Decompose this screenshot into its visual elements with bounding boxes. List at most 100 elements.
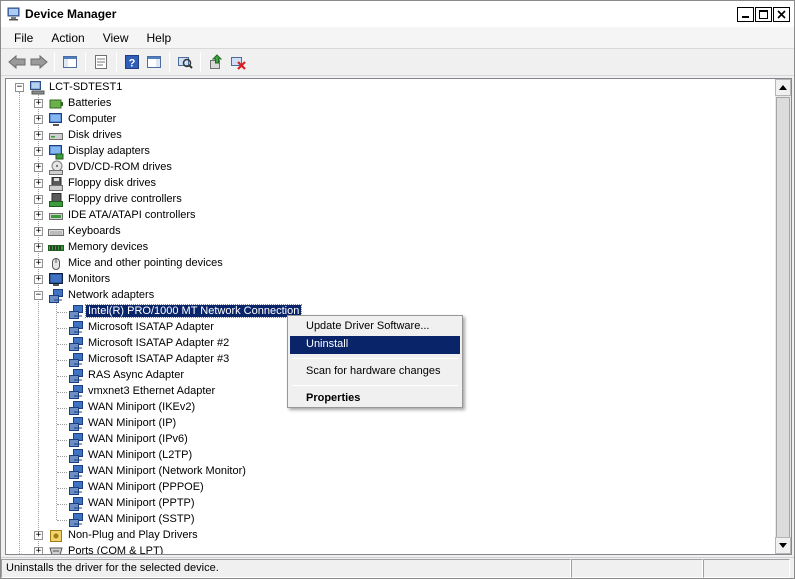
expand-toggle[interactable]: + bbox=[34, 163, 43, 172]
toolbar-separator bbox=[169, 52, 170, 72]
properties-menu-item[interactable]: Properties bbox=[290, 390, 460, 408]
scan-hardware-button[interactable] bbox=[174, 51, 196, 73]
tree-item-label: Monitors bbox=[68, 273, 111, 285]
help-toolbar-button[interactable]: ? bbox=[121, 51, 143, 73]
expand-toggle[interactable]: + bbox=[34, 275, 43, 284]
maximize-button[interactable] bbox=[755, 7, 772, 22]
tree-connector bbox=[57, 440, 67, 441]
arrow-up-icon bbox=[779, 85, 787, 90]
scroll-up-button[interactable] bbox=[775, 79, 791, 96]
expand-toggle[interactable]: + bbox=[34, 131, 43, 140]
expand-toggle[interactable]: + bbox=[34, 147, 43, 156]
expand-toggle[interactable]: + bbox=[34, 179, 43, 188]
tree-item-label: Non-Plug and Play Drivers bbox=[68, 529, 198, 541]
tree-item-label: Microsoft ISATAP Adapter bbox=[88, 321, 214, 333]
disk-drive-icon bbox=[49, 133, 63, 140]
close-icon bbox=[777, 10, 786, 19]
status-bar: Uninstalls the driver for the selected d… bbox=[1, 557, 794, 578]
computer-icon bbox=[30, 81, 45, 95]
uninstall-menu-item[interactable]: Uninstall bbox=[290, 336, 460, 354]
update-driver-software-menu-item[interactable]: Update Driver Software... bbox=[290, 318, 460, 336]
network-card-icon bbox=[69, 497, 83, 511]
toolbar-separator bbox=[85, 52, 86, 72]
network-card-icon bbox=[69, 321, 83, 335]
tree-connector bbox=[57, 488, 67, 489]
properties-toolbar-button[interactable] bbox=[90, 51, 112, 73]
status-pane-3 bbox=[703, 559, 790, 578]
network-card-icon bbox=[69, 401, 83, 415]
scan-for-hardware-changes-menu-item[interactable]: Scan for hardware changes bbox=[290, 363, 460, 381]
network-card-icon bbox=[69, 385, 83, 399]
toolbar-separator bbox=[54, 52, 55, 72]
tree-item-label: Mice and other pointing devices bbox=[68, 257, 223, 269]
tree-item-label: WAN Miniport (IPv6) bbox=[88, 433, 188, 445]
collapse-toggle[interactable]: − bbox=[34, 291, 43, 300]
network-card-icon bbox=[69, 417, 83, 431]
expand-toggle[interactable]: + bbox=[34, 243, 43, 252]
toolbar-separator bbox=[200, 52, 201, 72]
vertical-scrollbar[interactable] bbox=[775, 79, 791, 554]
scroll-thumb[interactable] bbox=[776, 97, 790, 551]
uninstall-toolbar-button[interactable] bbox=[227, 51, 249, 73]
expand-toggle[interactable]: + bbox=[34, 547, 43, 554]
tree-item-label: Floppy disk drives bbox=[68, 177, 157, 189]
close-button[interactable] bbox=[773, 7, 790, 22]
menu-view[interactable]: View bbox=[94, 29, 138, 47]
tree-root-label: LCT-SDTEST1 bbox=[49, 81, 123, 93]
dvd-drive-icon bbox=[49, 160, 63, 175]
tree-connector bbox=[57, 360, 67, 361]
expand-toggle[interactable]: + bbox=[34, 259, 43, 268]
menu-separator bbox=[292, 385, 458, 386]
tree-item-label: DVD/CD-ROM drives bbox=[68, 161, 172, 173]
tree-item-label: Disk drives bbox=[68, 129, 122, 141]
expand-toggle[interactable]: + bbox=[34, 99, 43, 108]
network-card-icon bbox=[69, 481, 83, 495]
computer-icon bbox=[49, 113, 62, 126]
help-icon: ? bbox=[125, 55, 139, 70]
expand-toggle[interactable]: + bbox=[34, 531, 43, 540]
tree-item-label: Microsoft ISATAP Adapter #3 bbox=[88, 353, 230, 365]
tree-item-label: WAN Miniport (L2TP) bbox=[88, 449, 193, 461]
forward-button[interactable] bbox=[28, 51, 50, 73]
expand-toggle[interactable]: + bbox=[34, 211, 43, 220]
network-card-icon bbox=[69, 353, 83, 367]
menu-action[interactable]: Action bbox=[42, 29, 93, 47]
scroll-down-button[interactable] bbox=[775, 537, 791, 554]
menu-help[interactable]: Help bbox=[138, 29, 181, 47]
expand-toggle[interactable]: + bbox=[34, 115, 43, 124]
tree-item-label: Floppy drive controllers bbox=[68, 193, 182, 205]
tree-connector bbox=[57, 328, 67, 329]
monitor-icon bbox=[49, 273, 63, 286]
menu-separator bbox=[292, 358, 458, 359]
back-button[interactable] bbox=[6, 51, 28, 73]
tree-connector bbox=[19, 92, 20, 554]
update-driver-button[interactable] bbox=[205, 51, 227, 73]
action-pane-button[interactable] bbox=[143, 51, 165, 73]
tree-connector bbox=[57, 456, 67, 457]
tree-item-label: IDE ATA/ATAPI controllers bbox=[68, 209, 196, 221]
title-bar[interactable]: Device Manager bbox=[1, 1, 794, 27]
tree-item-label: WAN Miniport (IP) bbox=[88, 417, 177, 429]
tree-item-label: WAN Miniport (Network Monitor) bbox=[88, 465, 246, 477]
tree-item-label: WAN Miniport (PPPOE) bbox=[88, 481, 204, 493]
tree-item-label: vmxnet3 Ethernet Adapter bbox=[88, 385, 216, 397]
tree-connector bbox=[57, 344, 67, 345]
expand-toggle[interactable]: + bbox=[34, 195, 43, 204]
network-card-icon bbox=[69, 369, 83, 383]
floppy-drive-icon bbox=[49, 177, 63, 191]
window-title: Device Manager bbox=[25, 7, 117, 21]
tree-item-label: RAS Async Adapter bbox=[88, 369, 184, 381]
show-hide-console-tree-button[interactable] bbox=[59, 51, 81, 73]
collapse-toggle[interactable]: − bbox=[15, 83, 24, 92]
menu-bar: File Action View Help bbox=[1, 27, 794, 48]
tree-item-label: Microsoft ISATAP Adapter #2 bbox=[88, 337, 230, 349]
ide-controller-icon bbox=[49, 213, 63, 220]
network-card-icon bbox=[69, 449, 83, 463]
console-tree-icon bbox=[63, 56, 77, 68]
minimize-button[interactable] bbox=[737, 7, 754, 22]
arrow-down-icon bbox=[779, 543, 787, 548]
expand-toggle[interactable]: + bbox=[34, 227, 43, 236]
action-pane-icon bbox=[147, 56, 161, 68]
device-manager-icon bbox=[7, 7, 20, 21]
menu-file[interactable]: File bbox=[5, 29, 42, 47]
